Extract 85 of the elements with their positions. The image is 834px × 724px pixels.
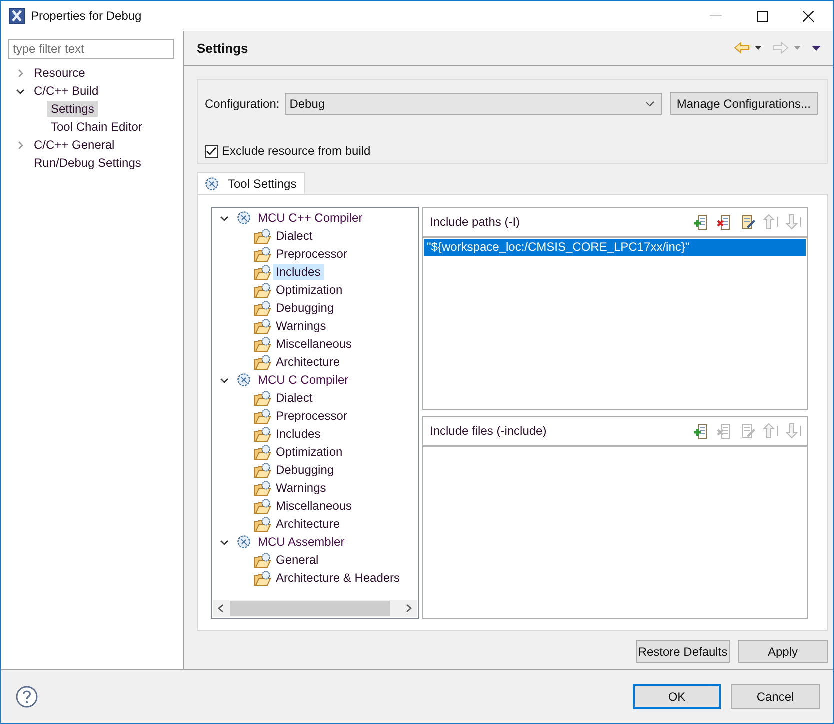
ok-button[interactable]: OK (633, 684, 721, 709)
restore-defaults-button[interactable]: Restore Defaults (636, 640, 730, 663)
expand-chevron-icon[interactable] (16, 68, 24, 78)
collapse-chevron-icon[interactable] (16, 86, 24, 96)
gear-icon (237, 373, 251, 387)
dropdown-chevron-icon (644, 100, 655, 106)
tool-option-item[interactable]: Includes (273, 426, 324, 442)
tool-option-item[interactable]: Optimization (273, 282, 346, 298)
tool-settings-tab[interactable]: Tool Settings (197, 172, 305, 194)
tool-item[interactable]: MCU C Compiler (255, 372, 352, 388)
list-title: Include files (-include) (430, 424, 547, 438)
cancel-button[interactable]: Cancel (731, 684, 820, 709)
tool-option-item[interactable]: Dialect (273, 228, 316, 244)
delete-icon[interactable] (717, 214, 733, 230)
help-icon[interactable] (16, 686, 38, 708)
sidebar-item[interactable]: C/C++ General (30, 137, 119, 153)
folder-gear-icon (254, 462, 271, 478)
maximize-icon[interactable] (757, 10, 768, 22)
folder-gear-icon (254, 318, 271, 334)
folder-gear-icon (254, 246, 271, 262)
tool-option-item[interactable]: Miscellaneous (273, 336, 356, 352)
folder-gear-icon (254, 516, 271, 532)
folder-gear-icon (254, 444, 271, 460)
horizontal-scrollbar[interactable] (213, 600, 417, 617)
folder-gear-icon (254, 228, 271, 244)
folder-gear-icon (254, 426, 271, 442)
tool-option-item[interactable]: Debugging (273, 300, 338, 316)
manage-configurations-button[interactable]: Manage Configurations... (670, 92, 818, 115)
close-icon[interactable] (803, 10, 814, 22)
scroll-right-icon[interactable] (406, 604, 412, 613)
exclude-checkbox[interactable] (205, 144, 218, 158)
folder-gear-icon (254, 480, 271, 496)
folder-gear-icon (254, 354, 271, 370)
dropdown-caret-icon[interactable] (755, 46, 762, 50)
folder-gear-icon (254, 390, 271, 406)
sidebar-item[interactable]: Settings (47, 101, 98, 117)
collapse-chevron-icon[interactable] (220, 214, 229, 222)
collapse-chevron-icon[interactable] (220, 538, 229, 546)
add-icon[interactable] (694, 214, 710, 230)
tool-option-item[interactable]: General (273, 552, 322, 568)
sidebar-item[interactable]: Run/Debug Settings (30, 155, 146, 171)
folder-gear-icon (254, 552, 271, 568)
folder-gear-icon (254, 498, 271, 514)
tool-option-item[interactable]: Debugging (273, 462, 338, 478)
list-title: Include paths (-I) (430, 215, 520, 229)
window-title: Properties for Debug (31, 9, 142, 23)
tool-option-item[interactable]: Warnings (273, 318, 330, 334)
app-icon (9, 8, 25, 24)
folder-gear-icon (254, 264, 271, 280)
sidebar-item[interactable]: Resource (30, 65, 90, 81)
scroll-left-icon[interactable] (218, 604, 224, 613)
tool-option-item[interactable]: Miscellaneous (273, 498, 356, 514)
folder-gear-icon (254, 408, 271, 424)
tool-option-item[interactable]: Architecture & Headers (273, 570, 404, 586)
page-title: Settings (197, 40, 248, 56)
tool-option-item[interactable]: Architecture (273, 516, 344, 532)
sidebar-item[interactable]: Tool Chain Editor (47, 119, 146, 135)
filter-field[interactable]: type filter text (8, 39, 174, 59)
list-item[interactable]: "${workspace_loc:/CMSIS_CORE_LPC17xx/inc}" (424, 239, 806, 256)
tool-option-item[interactable]: Optimization (273, 444, 346, 460)
menu-caret-icon[interactable] (812, 46, 821, 50)
folder-gear-icon (254, 282, 271, 298)
collapse-chevron-icon[interactable] (220, 376, 229, 384)
tool-option-item[interactable]: Includes (273, 264, 324, 280)
folder-gear-icon (254, 336, 271, 352)
gear-icon (237, 211, 251, 225)
edit-icon[interactable] (740, 214, 756, 230)
apply-button[interactable]: Apply (738, 640, 828, 663)
folder-gear-icon (254, 300, 271, 316)
gear-icon (237, 535, 251, 549)
tool-option-item[interactable]: Warnings (273, 480, 330, 496)
gear-icon (205, 176, 219, 190)
configuration-dropdown[interactable]: Debug (284, 92, 662, 114)
expand-chevron-icon[interactable] (16, 140, 24, 150)
folder-gear-icon (254, 570, 271, 586)
tool-item[interactable]: MCU Assembler (255, 534, 348, 550)
sidebar-item[interactable]: C/C++ Build (30, 83, 103, 99)
tool-item[interactable]: MCU C++ Compiler (255, 210, 366, 226)
tool-option-item[interactable]: Dialect (273, 390, 316, 406)
checkbox-label: Exclude resource from build (222, 144, 371, 158)
tool-option-item[interactable]: Preprocessor (273, 246, 350, 262)
configuration-label: Configuration: (205, 96, 280, 110)
tool-option-item[interactable]: Architecture (273, 354, 344, 370)
add-icon[interactable] (694, 423, 710, 439)
tool-option-item[interactable]: Preprocessor (273, 408, 350, 424)
